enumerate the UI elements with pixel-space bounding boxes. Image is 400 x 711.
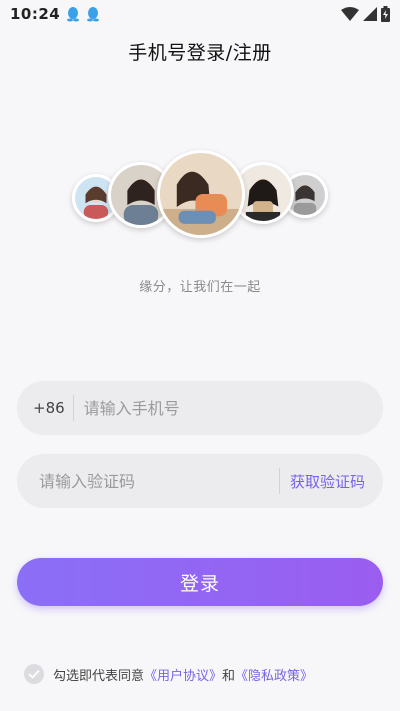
avatar-group xyxy=(0,150,400,245)
avatar xyxy=(157,150,245,238)
check-icon xyxy=(28,669,40,679)
wifi-icon xyxy=(341,7,359,21)
battery-charging-icon xyxy=(381,6,390,22)
status-bar: 10:24 xyxy=(0,0,400,28)
agreement-and: 和 xyxy=(222,668,236,684)
country-code[interactable]: +86 xyxy=(17,399,73,417)
status-icons xyxy=(341,6,390,22)
phone-field: +86 xyxy=(17,381,383,435)
agreement-row: 勾选即代表同意 《用户协议》 和 《隐私政策》 xyxy=(24,664,313,684)
get-code-button[interactable]: 获取验证码 xyxy=(280,471,383,492)
verification-code-field: 获取验证码 xyxy=(17,454,383,508)
slogan: 缘分，让我们在一起 xyxy=(139,280,261,295)
verification-code-input[interactable] xyxy=(17,454,279,508)
qq-icon xyxy=(86,6,100,22)
privacy-policy-link[interactable]: 《隐私政策》 xyxy=(235,665,313,684)
qq-icon xyxy=(66,6,80,22)
agreement-text: 勾选即代表同意 xyxy=(53,668,145,684)
user-agreement-link[interactable]: 《用户协议》 xyxy=(144,665,222,684)
agreement-checkbox[interactable] xyxy=(24,664,44,684)
page-title: 手机号登录/注册 xyxy=(128,42,272,64)
status-time: 10:24 xyxy=(10,5,61,23)
phone-input[interactable] xyxy=(73,381,383,435)
login-button[interactable]: 登录 xyxy=(17,558,383,606)
signal-icon xyxy=(363,7,377,21)
